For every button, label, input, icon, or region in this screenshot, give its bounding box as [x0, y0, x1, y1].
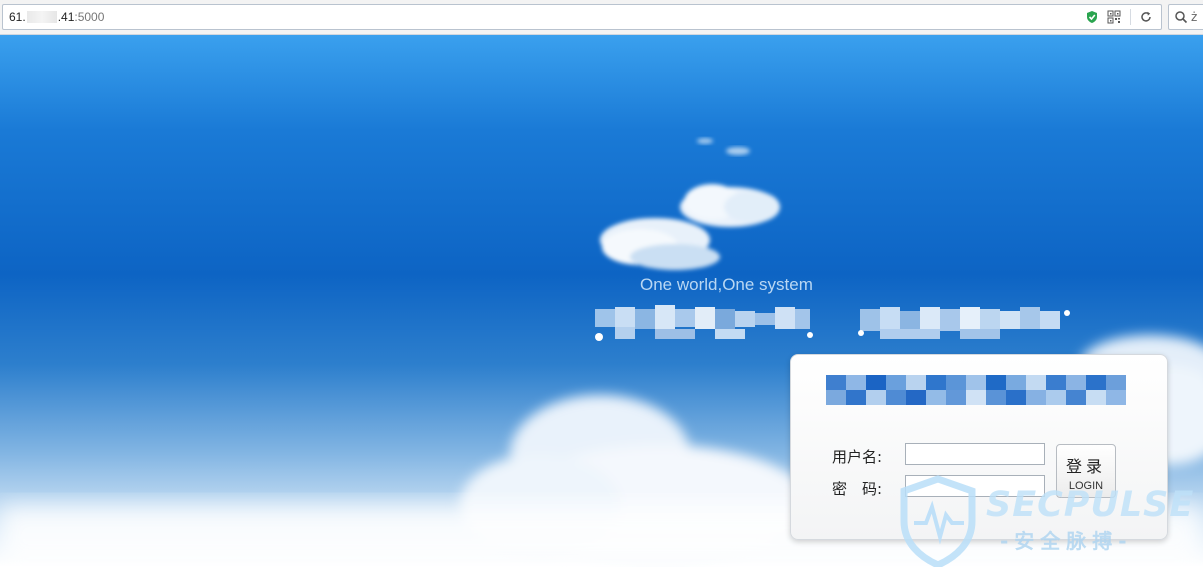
- search-icon: [1175, 11, 1188, 24]
- password-label: 密 码:: [832, 480, 883, 498]
- login-button-label-cn: 登录: [1065, 457, 1106, 476]
- redacted-system-title: [595, 305, 1070, 341]
- url-redacted: [26, 11, 57, 23]
- redacted-login-title: [826, 375, 1126, 405]
- browser-chrome: 61. .41:5000 ż: [0, 0, 1203, 35]
- watermark-subtitle: -安全脉搏-: [1000, 529, 1133, 553]
- search-text: ż: [1191, 10, 1198, 24]
- username-label: 用户名:: [832, 448, 883, 466]
- secpulse-watermark: SECPULSE -安全脉搏-: [900, 475, 1203, 567]
- address-bar[interactable]: 61. .41:5000: [2, 4, 1162, 30]
- url-prefix: 61.: [9, 10, 26, 24]
- reload-icon[interactable]: [1139, 10, 1153, 24]
- search-box[interactable]: ż: [1168, 4, 1203, 30]
- url-suffix: .41: [57, 10, 75, 24]
- slogan-text: One world,One system: [640, 275, 813, 294]
- security-shield-icon[interactable]: [1085, 10, 1099, 24]
- username-input[interactable]: [905, 443, 1045, 465]
- qr-code-icon[interactable]: [1107, 10, 1121, 24]
- toolbar-divider: [1130, 9, 1131, 25]
- login-page: One world,One system 用户名: 密 码: 登录 LOGIN …: [0, 35, 1203, 567]
- watermark-brand: SECPULSE: [986, 485, 1195, 525]
- url-text[interactable]: 61. .41:5000: [9, 10, 104, 24]
- url-port: :5000: [74, 10, 105, 24]
- shield-logo-icon: [900, 475, 976, 567]
